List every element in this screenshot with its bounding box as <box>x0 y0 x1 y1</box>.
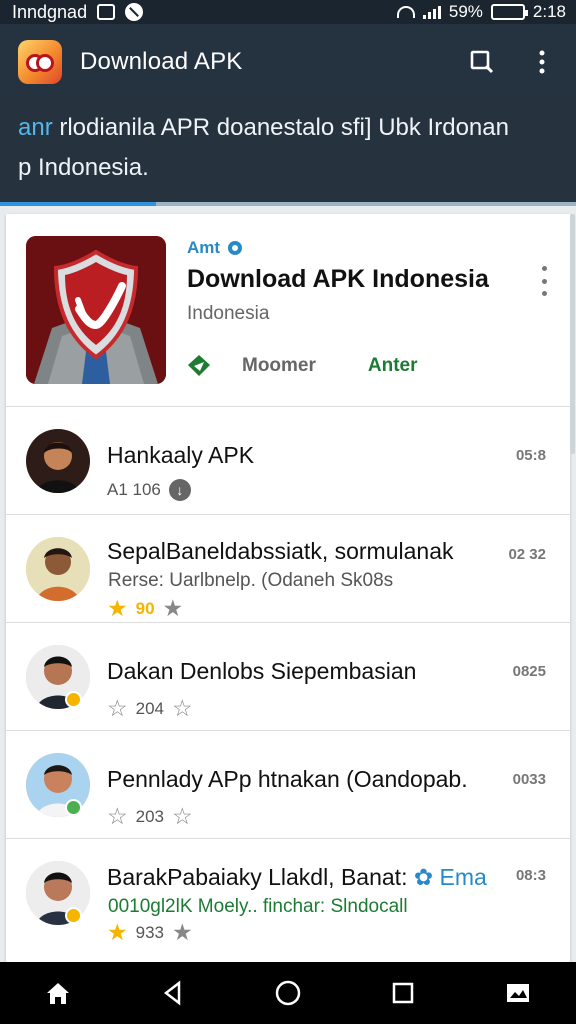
download-icon: ↓ <box>168 479 191 501</box>
send-icon[interactable] <box>187 353 212 378</box>
back-button[interactable] <box>150 970 196 1016</box>
search-button[interactable] <box>466 46 498 78</box>
gallery-icon <box>507 984 530 1002</box>
item-time: 0033 <box>512 771 546 788</box>
item-subtitle: Rerse: Uarlbnelp. (Odaneh Sk08s <box>108 570 394 591</box>
status-badge <box>65 907 82 924</box>
recent-apps-button[interactable] <box>380 970 426 1016</box>
featured-actions: Moomer Anter <box>187 353 550 378</box>
more-vert-icon <box>539 50 545 74</box>
status-badge <box>65 691 82 708</box>
item-title-text: BarakPabaiaky Llakdl, Banat: <box>107 864 408 890</box>
status-bar: Inndgnad 59% 2:18 <box>0 0 576 24</box>
star-icon: ★ <box>162 595 184 621</box>
featured-label-text: Amt <box>187 238 221 257</box>
banner-progress <box>0 202 576 206</box>
back-icon <box>163 980 181 1006</box>
home-button[interactable] <box>35 970 81 1016</box>
item-title: Hankaaly APK <box>107 442 255 468</box>
star-icon: ☆ <box>172 695 193 721</box>
scrollbar[interactable] <box>570 214 575 454</box>
banner-line-2: p Indonesia. <box>18 154 149 181</box>
apk-list-card: Amt Download APK Indonesia Indonesia Moo… <box>6 214 570 964</box>
banner-text-1: rlodianila APR doanestalo sfi] Ubk Irdon… <box>52 114 509 141</box>
featured-secondary-action[interactable]: Moomer <box>242 355 316 377</box>
avatar <box>26 429 90 493</box>
star-icon: ★ <box>107 919 128 945</box>
app-bar: Download APK <box>0 24 576 100</box>
more-options-button[interactable] <box>526 46 558 78</box>
shield-icon <box>26 236 166 384</box>
item-meta-text: 204 <box>135 698 164 718</box>
circle-icon <box>275 980 301 1006</box>
item-title-accent: Ema <box>439 864 487 890</box>
promo-banner[interactable]: anr rlodianila APR doanestalo sfi] Ubk I… <box>0 100 576 206</box>
clock: 2:18 <box>532 2 566 21</box>
item-subtitle: 0010gl2lK Moely.. finchar: Slndocall <box>108 896 408 917</box>
item-meta: A1 106 ↓ <box>107 479 191 501</box>
featured-title: Download APK Indonesia <box>187 265 489 293</box>
gallery-button[interactable] <box>495 970 541 1016</box>
banner-line-1: anr rlodianila APR doanestalo sfi] Ubk I… <box>18 108 560 148</box>
item-time: 02 32 <box>508 546 546 563</box>
system-nav-bar <box>0 962 576 1024</box>
item-time: 0825 <box>512 663 546 680</box>
star-icon: ☆ <box>172 803 193 829</box>
list-item[interactable]: Hankaaly APK A1 106 ↓ 05:8 <box>6 407 570 515</box>
featured-label: Amt <box>187 238 550 258</box>
featured-subtitle: Indonesia <box>187 303 270 324</box>
star-icon: ☆ <box>107 803 128 829</box>
dnd-icon <box>125 3 144 21</box>
item-meta: ☆ 203 ☆ <box>107 803 193 830</box>
item-meta-text: 90 <box>135 598 155 618</box>
search-icon <box>470 50 494 74</box>
status-badge <box>65 799 82 816</box>
verified-icon <box>228 241 243 255</box>
status-left: Inndgnad <box>12 1 144 23</box>
star-icon: ★ <box>107 595 128 621</box>
item-title: SepalBaneldabssiatk, sormulanak <box>107 538 454 564</box>
list-item[interactable]: SepalBaneldabssiatk, sormulanak Rerse: U… <box>6 515 570 623</box>
item-meta: ★ 933 ★ <box>107 919 193 946</box>
featured-meta: Amt Download APK Indonesia Indonesia Moo… <box>187 236 550 406</box>
star-icon: ★ <box>172 919 193 945</box>
recent-apps-icon <box>392 982 414 1004</box>
item-time: 05:8 <box>515 447 546 464</box>
item-title: Pennlady APp htnakan (Oandopab. <box>107 766 468 792</box>
item-title: Dakan Denlobs Siepembasian <box>107 658 417 684</box>
featured-app[interactable]: Amt Download APK Indonesia Indonesia Moo… <box>6 214 570 407</box>
banner-accent: anr <box>18 114 53 141</box>
verified-icon: ✿ <box>413 864 434 890</box>
featured-app-icon <box>26 236 166 384</box>
home-icon <box>46 983 69 1004</box>
home-circle-button[interactable] <box>265 970 311 1016</box>
star-icon: ☆ <box>107 695 128 721</box>
app-title: Download APK <box>80 48 243 75</box>
app-logo-icon <box>18 40 62 84</box>
list-item[interactable]: Dakan Denlobs Siepembasian ☆ 204 ☆ 0825 <box>6 623 570 731</box>
banner-progress-fill <box>0 202 156 206</box>
image-icon <box>97 4 116 20</box>
item-meta-text: 933 <box>135 922 164 942</box>
battery-percent: 59% <box>448 2 483 21</box>
status-text: Inndgnad <box>12 1 88 22</box>
featured-primary-action[interactable]: Anter <box>368 355 418 377</box>
item-title: BarakPabaiaky Llakdl, Banat: ✿ Ema <box>107 864 487 891</box>
list-item[interactable]: Pennlady APp htnakan (Oandopab. ☆ 203 ☆ … <box>6 731 570 839</box>
item-meta-text: 203 <box>135 806 164 826</box>
wifi-icon <box>396 6 415 18</box>
item-meta-text: A1 106 <box>107 480 161 499</box>
item-meta: ★ 90 ★ <box>107 595 183 622</box>
item-time: 08:3 <box>515 867 546 884</box>
item-meta: ☆ 204 ☆ <box>107 695 193 722</box>
list-item[interactable]: BarakPabaiaky Llakdl, Banat: ✿ Ema 0010g… <box>6 839 570 947</box>
battery-icon <box>490 4 528 20</box>
featured-more-button[interactable] <box>538 266 550 296</box>
app-actions <box>466 46 558 78</box>
signal-icon <box>422 5 441 19</box>
status-right: 59% 2:18 <box>396 2 566 22</box>
avatar <box>26 537 90 601</box>
